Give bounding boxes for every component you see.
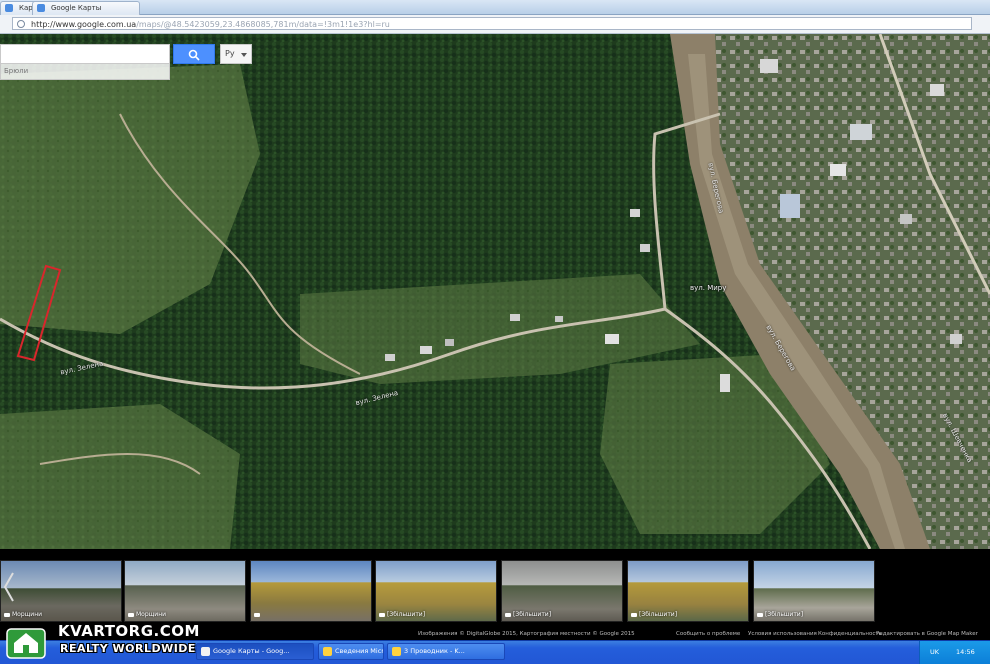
search-suggestion[interactable]: Брюли: [0, 64, 170, 80]
taskbar-item[interactable]: 3 Проводник - K...: [387, 643, 505, 660]
taskbar-item[interactable]: Сведения Microsoft...: [318, 643, 384, 660]
photo-thumbnail[interactable]: [Збільшити]: [753, 560, 875, 622]
satellite-map[interactable]: вул. Зелена вул. Зелена вул. Берегова ву…: [0, 34, 990, 549]
page-info-icon[interactable]: [17, 20, 25, 28]
imagery-credit: Изображения © DigitalGlobe 2015, Картогр…: [418, 631, 635, 637]
folder-icon: [392, 647, 401, 656]
language-select[interactable]: Ру: [220, 44, 252, 64]
browser-tab-bar: Карты Google Карты: [0, 0, 990, 15]
watermark: KVARTORG.COM REALTY WORLDWIDE: [0, 617, 230, 663]
address-bar: http://www.google.com.ua/maps/@48.542305…: [0, 15, 990, 34]
watermark-subtitle: REALTY WORLDWIDE: [60, 642, 196, 655]
camera-icon: [379, 612, 385, 617]
camera-icon: [757, 612, 763, 617]
camera-icon: [254, 612, 260, 617]
language-indicator[interactable]: UK: [930, 641, 939, 663]
terms-link[interactable]: Условия использования: [748, 629, 817, 640]
place-label[interactable]: вул. Миру: [690, 284, 726, 292]
camera-icon: [4, 612, 10, 617]
camera-icon: [505, 612, 511, 617]
satellite-imagery: [0, 34, 990, 549]
photo-thumbnail[interactable]: [Збільшити]: [501, 560, 623, 622]
camera-icon: [128, 612, 134, 617]
search-button[interactable]: [173, 44, 215, 64]
privacy-link[interactable]: Конфиденциальность: [818, 629, 882, 640]
map-favicon-icon: [37, 4, 45, 12]
photo-thumbnail[interactable]: [Збільшити]: [375, 560, 497, 622]
camera-icon: [631, 612, 637, 617]
house-logo-icon: [6, 628, 46, 659]
system-tray: UK 14:56: [919, 641, 990, 664]
map-maker-link[interactable]: Редактировать в Google Map Maker: [876, 629, 978, 640]
browser-tab-active[interactable]: Google Карты: [32, 1, 140, 15]
photo-thumbnail[interactable]: Морщини: [0, 560, 122, 622]
search-icon: [188, 49, 200, 61]
chevron-left-icon[interactable]: [2, 570, 16, 604]
report-link[interactable]: Сообщить о проблеме: [676, 629, 740, 640]
photo-thumbnail[interactable]: [Збільшити]: [627, 560, 749, 622]
photo-thumbnail[interactable]: [250, 560, 372, 622]
photo-thumbnail[interactable]: Морщини: [124, 560, 246, 622]
chevron-down-icon: [241, 53, 247, 57]
clock[interactable]: 14:56: [956, 641, 975, 663]
url-field[interactable]: http://www.google.com.ua/maps/@48.542305…: [12, 17, 972, 30]
search-input[interactable]: [0, 44, 170, 64]
map-favicon-icon: [5, 4, 13, 12]
folder-icon: [323, 647, 332, 656]
watermark-title: KVARTORG.COM: [58, 622, 200, 640]
